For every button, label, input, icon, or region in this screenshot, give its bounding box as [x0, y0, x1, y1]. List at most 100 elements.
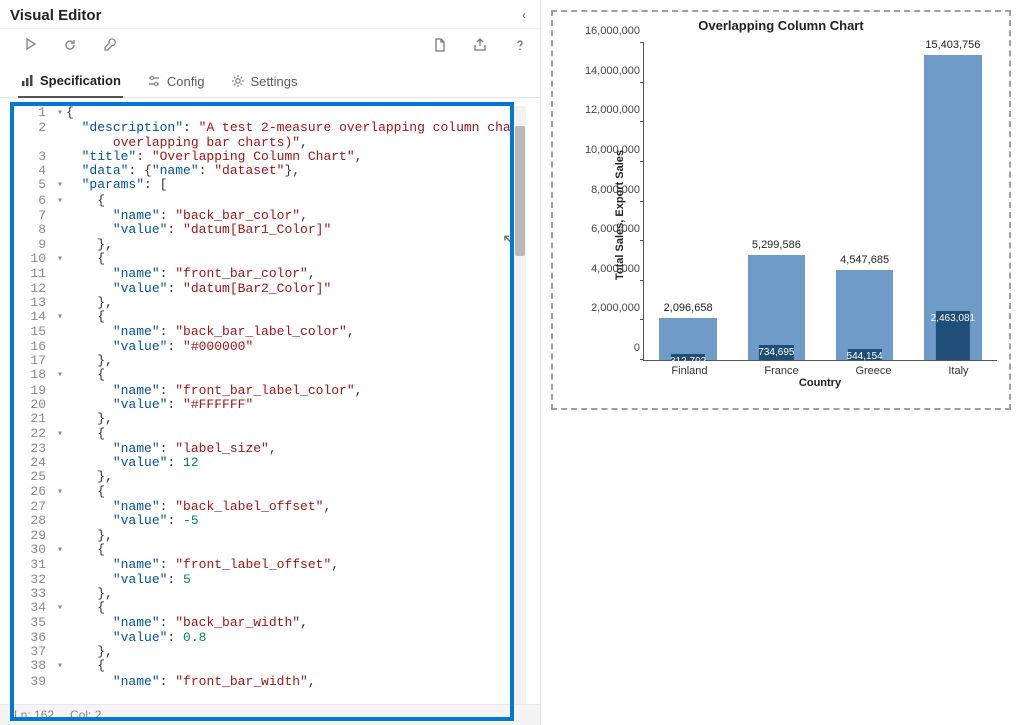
- gutter-line-number: 16: [14, 340, 54, 354]
- code-line[interactable]: 26▾ {: [14, 485, 526, 500]
- code-line[interactable]: 17 },: [14, 354, 526, 368]
- scroll-thumb[interactable]: [515, 126, 525, 256]
- code-line[interactable]: 23 "name": "label_size",: [14, 442, 526, 456]
- help-icon[interactable]: [512, 37, 528, 53]
- export-icon[interactable]: [472, 37, 488, 53]
- code-line[interactable]: 36 "value": 0.8: [14, 631, 526, 645]
- fold-toggle-icon[interactable]: ▾: [54, 194, 66, 209]
- gutter-line-number: 25: [14, 470, 54, 484]
- gutter-line-number: 12: [14, 282, 54, 296]
- code-line[interactable]: 31 "name": "front_label_offset",: [14, 558, 526, 572]
- code-line[interactable]: 13 },: [14, 296, 526, 310]
- code-line[interactable]: 32 "value": 5: [14, 573, 526, 587]
- refresh-icon[interactable]: [62, 37, 78, 53]
- front-bar[interactable]: 312,702: [671, 354, 705, 360]
- status-line: Ln: 162: [14, 708, 54, 722]
- code-line[interactable]: 18▾ {: [14, 368, 526, 383]
- code-line[interactable]: 14▾ {: [14, 310, 526, 325]
- front-bar-label: 734,695: [758, 347, 794, 358]
- gutter-line-number: 30: [14, 543, 54, 558]
- fold-toggle-icon: [54, 558, 66, 572]
- code-line[interactable]: overlapping bar charts)",: [14, 136, 526, 150]
- gutter-line-number: 37: [14, 645, 54, 659]
- fold-toggle-icon[interactable]: ▾: [54, 427, 66, 442]
- fold-toggle-icon[interactable]: ▾: [54, 252, 66, 267]
- tab-specification[interactable]: Specification: [18, 69, 123, 98]
- back-bar[interactable]: 5,299,586: [748, 255, 805, 360]
- code-line[interactable]: 9 },: [14, 238, 526, 252]
- bar-group[interactable]: 2,096,658312,702: [649, 43, 727, 360]
- front-bar[interactable]: 544,154: [848, 349, 882, 360]
- fold-toggle-icon: [54, 573, 66, 587]
- gutter-line-number: 27: [14, 500, 54, 514]
- code-line[interactable]: 38▾ {: [14, 659, 526, 674]
- code-line[interactable]: 30▾ {: [14, 543, 526, 558]
- tab-config[interactable]: Config: [145, 69, 207, 97]
- code-line[interactable]: 19 "name": "front_bar_label_color",: [14, 384, 526, 398]
- code-line[interactable]: 1▾{: [14, 106, 526, 121]
- code-line[interactable]: 10▾ {: [14, 252, 526, 267]
- front-bar[interactable]: 2,463,081: [936, 311, 970, 360]
- code-line[interactable]: 15 "name": "back_bar_label_color",: [14, 325, 526, 339]
- code-line[interactable]: 7 "name": "back_bar_color",: [14, 209, 526, 223]
- code-line[interactable]: 5▾ "params": [: [14, 178, 526, 193]
- tab-settings[interactable]: Settings: [229, 69, 300, 97]
- code-line[interactable]: 8 "value": "datum[Bar1_Color]": [14, 223, 526, 237]
- code-line[interactable]: 25 },: [14, 470, 526, 484]
- back-bar[interactable]: 4,547,685: [836, 270, 893, 360]
- code-line[interactable]: 16 "value": "#000000": [14, 340, 526, 354]
- gutter-line-number: 14: [14, 310, 54, 325]
- collapse-panel-icon[interactable]: ‹: [518, 6, 530, 24]
- code-line[interactable]: 22▾ {: [14, 427, 526, 442]
- code-line[interactable]: 24 "value": 12: [14, 456, 526, 470]
- editor-panel: Visual Editor ‹: [0, 0, 541, 725]
- code-editor[interactable]: 1▾{2 "description": "A test 2-measure ov…: [14, 106, 526, 717]
- code-line[interactable]: 21 },: [14, 412, 526, 426]
- code-line[interactable]: 35 "name": "back_bar_width",: [14, 616, 526, 630]
- code-line[interactable]: 37 },: [14, 645, 526, 659]
- code-line[interactable]: 27 "name": "back_label_offset",: [14, 500, 526, 514]
- fold-toggle-icon[interactable]: ▾: [54, 368, 66, 383]
- front-bar[interactable]: 734,695: [759, 345, 793, 360]
- fold-toggle-icon[interactable]: ▾: [54, 601, 66, 616]
- bar-group[interactable]: 4,547,685544,154: [826, 43, 904, 360]
- code-line[interactable]: 34▾ {: [14, 601, 526, 616]
- wrench-icon[interactable]: [102, 37, 118, 53]
- gutter-line-number: 31: [14, 558, 54, 572]
- y-tick-label: 8,000,000: [570, 184, 644, 196]
- code-line[interactable]: 6▾ {: [14, 194, 526, 209]
- fold-toggle-icon: [54, 223, 66, 237]
- fold-toggle-icon[interactable]: ▾: [54, 659, 66, 674]
- code-line[interactable]: 39 "name": "front_bar_width",: [14, 675, 526, 689]
- fold-toggle-icon: [54, 209, 66, 223]
- run-icon[interactable]: [24, 37, 38, 53]
- new-file-icon[interactable]: [432, 37, 448, 53]
- gutter-line-number: 22: [14, 427, 54, 442]
- code-line[interactable]: 28 "value": -5: [14, 514, 526, 528]
- fold-toggle-icon: [54, 514, 66, 528]
- bar-group[interactable]: 15,403,7562,463,081: [914, 43, 992, 360]
- code-line[interactable]: 11 "name": "front_bar_color",: [14, 267, 526, 281]
- fold-toggle-icon[interactable]: ▾: [54, 178, 66, 193]
- fold-toggle-icon[interactable]: ▾: [54, 310, 66, 325]
- gutter-line-number: 29: [14, 529, 54, 543]
- front-bar-label: 2,463,081: [931, 313, 976, 324]
- x-axis-ticks: FinlandFranceGreeceItaly: [643, 361, 997, 377]
- code-line[interactable]: 33 },: [14, 587, 526, 601]
- code-line[interactable]: 20 "value": "#FFFFFF": [14, 398, 526, 412]
- gutter-line-number: 5: [14, 178, 54, 193]
- fold-toggle-icon[interactable]: ▾: [54, 106, 66, 121]
- fold-toggle-icon[interactable]: ▾: [54, 543, 66, 558]
- code-line[interactable]: 29 },: [14, 529, 526, 543]
- gutter-line-number: 2: [14, 121, 54, 135]
- code-line[interactable]: 2 "description": "A test 2-measure overl…: [14, 121, 526, 135]
- code-line[interactable]: 4 "data": {"name": "dataset"},: [14, 164, 526, 178]
- code-line[interactable]: 12 "value": "datum[Bar2_Color]": [14, 282, 526, 296]
- code-line[interactable]: 3 "title": "Overlapping Column Chart",: [14, 150, 526, 164]
- chart-visual[interactable]: Overlapping Column Chart Total Sales, Ex…: [551, 10, 1011, 410]
- editor-scrollbar[interactable]: [514, 106, 526, 717]
- gutter-line-number: 13: [14, 296, 54, 310]
- gutter-line-number: 4: [14, 164, 54, 178]
- fold-toggle-icon[interactable]: ▾: [54, 485, 66, 500]
- bar-group[interactable]: 5,299,586734,695: [738, 43, 816, 360]
